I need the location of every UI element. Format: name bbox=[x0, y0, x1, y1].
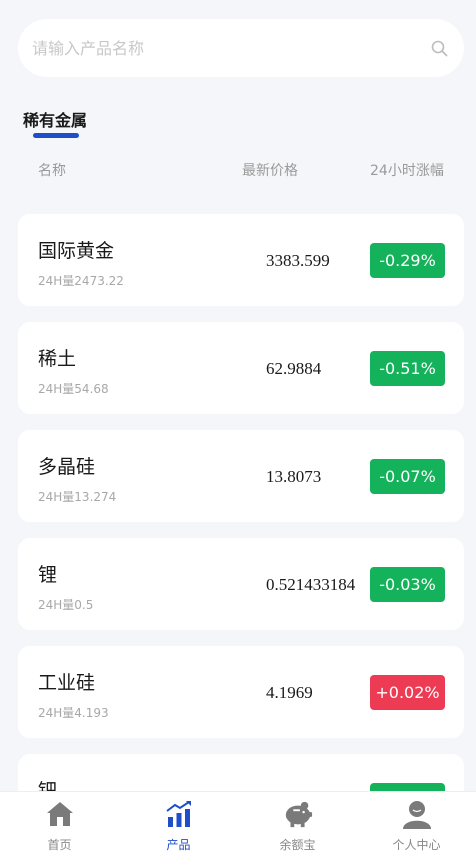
product-volume: 24H量2473.22 bbox=[38, 274, 124, 288]
tab-label: 个人中心 bbox=[392, 838, 441, 852]
product-price: 0.521433184 bbox=[266, 575, 356, 594]
product-name: 工业硅 bbox=[38, 672, 96, 694]
product-price: 62.9884 bbox=[266, 359, 322, 378]
product-price: 4.1969 bbox=[266, 683, 313, 702]
product-volume: 24H量54.68 bbox=[38, 382, 109, 396]
product-price: 13.8073 bbox=[266, 467, 322, 486]
tab-label: 首页 bbox=[47, 838, 72, 852]
tab-balance[interactable]: 余额宝 bbox=[238, 792, 357, 868]
product-name: 多晶硅 bbox=[38, 456, 96, 478]
product-card[interactable]: 多晶硅 24H量13.274 13.8073 -0.07% bbox=[18, 430, 464, 522]
section-tab-indicator bbox=[33, 133, 79, 138]
change-badge: -0.29% bbox=[370, 243, 445, 278]
column-header-price: 最新价格 bbox=[242, 163, 298, 179]
piggy-bank-icon bbox=[283, 799, 313, 829]
product-name: 稀土 bbox=[38, 348, 77, 370]
product-card[interactable]: 锂 24H量0.5 0.521433184 -0.03% bbox=[18, 538, 464, 630]
tab-label: 余额宝 bbox=[279, 838, 316, 852]
tab-label: 产品 bbox=[166, 838, 191, 852]
search-icon[interactable] bbox=[430, 39, 448, 57]
product-price: 3383.599 bbox=[266, 251, 330, 270]
product-volume: 24H量13.274 bbox=[38, 490, 117, 504]
change-badge: -0.07% bbox=[370, 459, 445, 494]
home-icon bbox=[45, 799, 75, 829]
bottom-tab-bar: 首页 产品 余额宝 个人中心 bbox=[0, 791, 476, 868]
change-badge: -0.03% bbox=[370, 567, 445, 602]
product-card[interactable]: 稀土 24H量54.68 62.9884 -0.51% bbox=[18, 322, 464, 414]
user-icon bbox=[402, 799, 432, 829]
product-card[interactable]: 国际黄金 24H量2473.22 3383.599 -0.29% bbox=[18, 214, 464, 306]
product-volume: 24H量4.193 bbox=[38, 706, 109, 720]
chart-icon bbox=[164, 799, 194, 829]
change-badge: +0.02% bbox=[370, 675, 445, 710]
section-tab-title[interactable]: 稀有金属 bbox=[23, 107, 87, 131]
product-name: 锂 bbox=[38, 564, 58, 586]
change-badge: -0.51% bbox=[370, 351, 445, 386]
search-input[interactable] bbox=[32, 38, 430, 58]
tab-home[interactable]: 首页 bbox=[0, 792, 119, 868]
column-header-name: 名称 bbox=[38, 163, 66, 179]
tab-profile[interactable]: 个人中心 bbox=[357, 792, 476, 868]
product-card[interactable]: 工业硅 24H量4.193 4.1969 +0.02% bbox=[18, 646, 464, 738]
search-bar[interactable] bbox=[18, 19, 464, 77]
product-volume: 24H量0.5 bbox=[38, 598, 94, 612]
product-name: 国际黄金 bbox=[38, 240, 115, 262]
column-header-change: 24小时涨幅 bbox=[370, 163, 444, 179]
tab-products[interactable]: 产品 bbox=[119, 792, 238, 868]
